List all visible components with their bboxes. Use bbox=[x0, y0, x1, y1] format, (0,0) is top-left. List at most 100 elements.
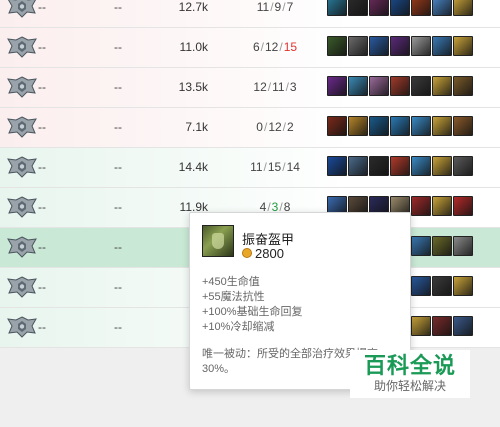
item-slot-icon[interactable] bbox=[453, 76, 473, 96]
item-slot-icon[interactable] bbox=[369, 0, 389, 16]
item-slot-icon[interactable] bbox=[327, 116, 347, 136]
item-build bbox=[327, 36, 474, 58]
item-slot-icon[interactable] bbox=[453, 236, 473, 256]
item-build bbox=[327, 156, 474, 178]
rank-tier-text: -- bbox=[38, 120, 46, 134]
item-slot-icon[interactable] bbox=[453, 116, 473, 136]
deaths-value: 12 bbox=[264, 40, 279, 54]
kda-separator: / bbox=[267, 80, 272, 94]
assists-value: 7 bbox=[286, 0, 294, 14]
item-slot-icon[interactable] bbox=[411, 236, 431, 256]
item-price: 2800 bbox=[255, 246, 284, 261]
item-slot-icon[interactable] bbox=[432, 116, 452, 136]
table-row[interactable]: -- -- 7.1k 0/12/2 bbox=[0, 108, 500, 148]
kills-value: 12 bbox=[253, 80, 267, 94]
watermark-title: 百科全说 bbox=[363, 353, 456, 378]
item-stat: +100%基础生命回复 bbox=[202, 306, 303, 318]
deaths-value: 15 bbox=[267, 160, 282, 174]
item-build bbox=[327, 116, 474, 138]
rank-tier-text: -- bbox=[38, 80, 46, 94]
item-slot-icon[interactable] bbox=[432, 0, 452, 16]
player-rating-text: -- bbox=[114, 320, 122, 334]
item-slot-icon[interactable] bbox=[411, 76, 431, 96]
gold-earned: 13.5k bbox=[178, 80, 208, 94]
item-slot-icon[interactable] bbox=[411, 36, 431, 56]
item-slot-icon[interactable] bbox=[432, 196, 452, 216]
item-slot-icon[interactable] bbox=[453, 316, 473, 336]
item-slot-icon[interactable] bbox=[327, 0, 347, 16]
kda-separator: / bbox=[270, 0, 274, 14]
item-slot-icon[interactable] bbox=[390, 116, 410, 136]
gold-earned: 14.4k bbox=[178, 160, 208, 174]
deaths-value: 9 bbox=[274, 0, 282, 14]
item-slot-icon[interactable] bbox=[390, 36, 410, 56]
rank-tier-text: -- bbox=[38, 320, 46, 334]
item-slot-icon[interactable] bbox=[432, 316, 452, 336]
item-slot-icon[interactable] bbox=[432, 236, 452, 256]
table-row[interactable]: -- -- 13.5k 12/11/3 bbox=[0, 68, 500, 108]
item-slot-icon[interactable] bbox=[390, 0, 410, 16]
item-slot-icon[interactable] bbox=[453, 276, 473, 296]
item-slot-icon[interactable] bbox=[390, 76, 410, 96]
item-slot-icon[interactable] bbox=[348, 116, 368, 136]
item-stat: +450生命值 bbox=[202, 276, 260, 288]
item-slot-icon[interactable] bbox=[369, 156, 389, 176]
kda-text: 0/12/2 bbox=[240, 120, 310, 134]
rank-tier-text: -- bbox=[38, 0, 46, 14]
item-slot-icon[interactable] bbox=[411, 316, 431, 336]
rank-emblem-icon bbox=[6, 115, 38, 139]
table-row[interactable]: -- -- 12.7k 11/9/7 bbox=[0, 0, 500, 28]
table-row[interactable]: -- -- 11.0k 6/12/15 bbox=[0, 28, 500, 68]
rank-tier-text: -- bbox=[38, 280, 46, 294]
kda-separator: / bbox=[282, 160, 286, 174]
item-slot-icon[interactable] bbox=[432, 276, 452, 296]
item-slot-icon[interactable] bbox=[327, 76, 347, 96]
item-slot-icon[interactable] bbox=[327, 36, 347, 56]
item-slot-icon[interactable] bbox=[369, 116, 389, 136]
assists-value: 3 bbox=[289, 80, 297, 94]
player-rating-text: -- bbox=[114, 40, 122, 54]
item-slot-icon[interactable] bbox=[411, 196, 431, 216]
kda-separator: / bbox=[260, 40, 264, 54]
item-slot-icon[interactable] bbox=[348, 76, 368, 96]
item-slot-icon[interactable] bbox=[453, 196, 473, 216]
table-row[interactable]: -- -- 14.4k 11/15/14 bbox=[0, 148, 500, 188]
item-slot-icon[interactable] bbox=[411, 276, 431, 296]
item-slot-icon[interactable] bbox=[390, 156, 410, 176]
kda-text: 6/12/15 bbox=[240, 40, 310, 54]
item-slot-icon[interactable] bbox=[327, 156, 347, 176]
player-rating-text: -- bbox=[114, 280, 122, 294]
item-slot-icon[interactable] bbox=[411, 156, 431, 176]
gold-earned: 7.1k bbox=[185, 120, 208, 134]
kills-value: 11 bbox=[250, 160, 263, 174]
rank-emblem-icon bbox=[6, 155, 38, 179]
item-slot-icon[interactable] bbox=[453, 36, 473, 56]
rank-emblem-icon bbox=[6, 275, 38, 299]
item-build bbox=[327, 0, 474, 18]
item-icon bbox=[202, 225, 234, 257]
player-rating-text: -- bbox=[114, 240, 122, 254]
item-slot-icon[interactable] bbox=[348, 0, 368, 16]
rank-tier-text: -- bbox=[38, 200, 46, 214]
item-slot-icon[interactable] bbox=[369, 76, 389, 96]
item-slot-icon[interactable] bbox=[411, 0, 431, 16]
item-slot-icon[interactable] bbox=[348, 156, 368, 176]
item-slot-icon[interactable] bbox=[453, 156, 473, 176]
item-slot-icon[interactable] bbox=[432, 36, 452, 56]
item-slot-icon[interactable] bbox=[453, 0, 473, 16]
kills-value: 6 bbox=[252, 40, 260, 54]
rank-emblem-icon bbox=[6, 195, 38, 219]
kda-text: 12/11/3 bbox=[240, 80, 310, 94]
item-slot-icon[interactable] bbox=[432, 156, 452, 176]
gold-coin-icon bbox=[242, 248, 252, 258]
kda-text: 11/15/14 bbox=[240, 160, 310, 174]
kills-value: 11 bbox=[256, 0, 270, 14]
item-slot-icon[interactable] bbox=[348, 36, 368, 56]
item-slot-icon[interactable] bbox=[432, 76, 452, 96]
item-slot-icon[interactable] bbox=[369, 36, 389, 56]
kda-separator: / bbox=[285, 80, 289, 94]
item-slot-icon[interactable] bbox=[411, 116, 431, 136]
rank-emblem-icon bbox=[6, 0, 38, 19]
kda-separator: / bbox=[282, 120, 287, 134]
player-rating-text: -- bbox=[114, 160, 122, 174]
